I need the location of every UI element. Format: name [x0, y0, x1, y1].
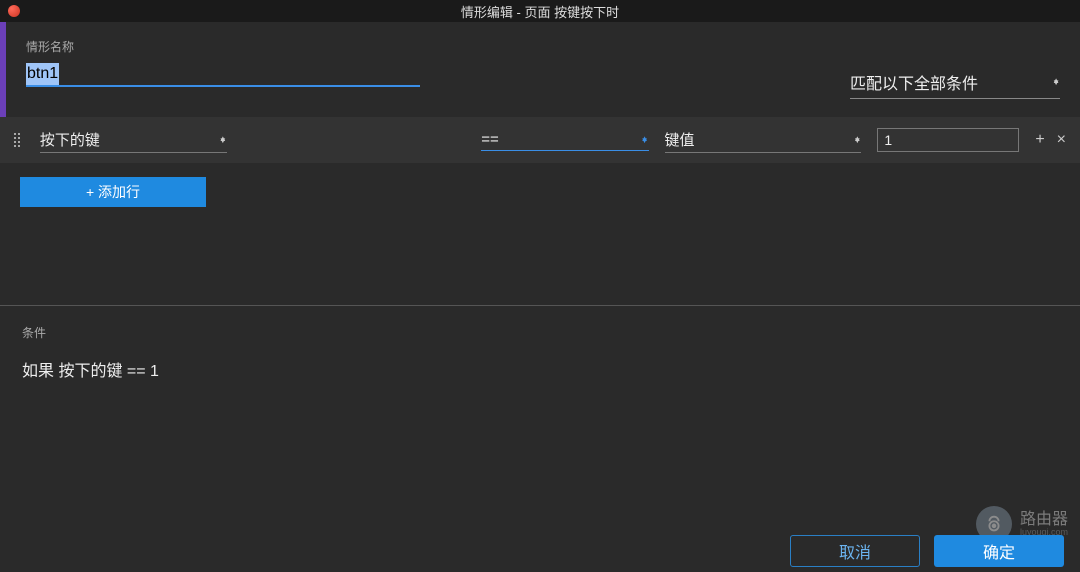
- row-actions: + ×: [1035, 131, 1066, 149]
- footer: 取消 确定: [0, 530, 1080, 572]
- cancel-button[interactable]: 取消: [790, 535, 920, 567]
- match-mode-dropdown[interactable]: 匹配以下全部条件 ▲▼: [850, 70, 1060, 99]
- match-mode-label: 匹配以下全部条件: [850, 70, 978, 94]
- add-row-area: + 添加行: [0, 163, 1080, 221]
- case-edit-area: 情形名称 btn1 匹配以下全部条件 ▲▼: [0, 22, 1080, 117]
- value-type-dropdown[interactable]: 键值 ▲▼: [665, 127, 862, 153]
- case-section: 情形名称 btn1 匹配以下全部条件 ▲▼: [6, 22, 1080, 117]
- operator-dropdown[interactable]: == ▲▼: [481, 129, 648, 151]
- add-row-button[interactable]: + 添加行: [20, 177, 206, 207]
- chevron-updown-icon: ▲▼: [1052, 81, 1060, 83]
- drag-handle-icon[interactable]: [14, 133, 24, 147]
- titlebar: 情形编辑 - 页面 按键按下时: [0, 0, 1080, 22]
- remove-icon[interactable]: ×: [1057, 131, 1066, 149]
- condition-expression: 如果 按下的键 == 1: [22, 357, 1058, 381]
- ok-button[interactable]: 确定: [934, 535, 1064, 567]
- case-name-label: 情形名称: [26, 38, 1060, 55]
- window-title: 情形编辑 - 页面 按键按下时: [461, 2, 619, 21]
- condition-row: 按下的键 ▲▼ == ▲▼ 键值 ▲▼ + ×: [0, 117, 1080, 163]
- value-input[interactable]: [877, 128, 1019, 152]
- add-icon[interactable]: +: [1035, 131, 1044, 149]
- close-window-icon[interactable]: [8, 5, 20, 17]
- chevron-updown-icon: ▲▼: [219, 139, 227, 141]
- case-name-value: btn1: [26, 63, 59, 85]
- condition-summary: 条件 如果 按下的键 == 1: [0, 306, 1080, 399]
- chevron-updown-icon: ▲▼: [641, 139, 649, 141]
- condition-label: 条件: [22, 324, 1058, 341]
- field-dropdown[interactable]: 按下的键 ▲▼: [40, 127, 227, 153]
- chevron-updown-icon: ▲▼: [853, 139, 861, 141]
